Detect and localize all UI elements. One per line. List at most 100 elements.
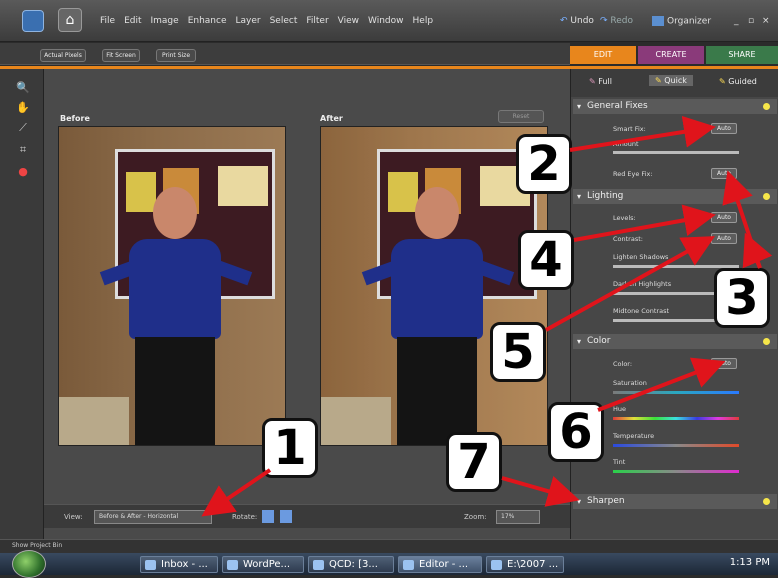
saturation-label: Saturation xyxy=(613,379,647,387)
amount-slider[interactable] xyxy=(613,151,739,154)
view-select[interactable]: Before & After - Horizontal xyxy=(94,510,212,524)
menu-layer[interactable]: Layer xyxy=(236,16,261,26)
maximize-icon[interactable]: ▫ xyxy=(748,16,754,26)
fit-screen-button[interactable]: Fit Screen xyxy=(102,49,140,62)
color-auto-button[interactable]: Auto xyxy=(711,358,737,369)
undo-button[interactable]: ↶ Undo xyxy=(560,16,594,26)
mode-tabs: EDIT CREATE SHARE xyxy=(570,43,778,65)
hand-tool-icon[interactable]: ✋ xyxy=(16,101,30,115)
menu-help[interactable]: Help xyxy=(413,16,434,26)
temperature-slider[interactable] xyxy=(613,444,739,447)
red-eye-label: Red Eye Fix: xyxy=(613,170,653,178)
menu-file[interactable]: File xyxy=(100,16,115,26)
tab-edit[interactable]: EDIT xyxy=(570,46,636,64)
hue-label: Hue xyxy=(613,405,627,413)
show-project-bin[interactable]: Show Project Bin xyxy=(0,539,778,553)
callout-5: 5 xyxy=(490,322,546,382)
smart-fix-label: Smart Fix: xyxy=(613,125,646,133)
menu-enhance[interactable]: Enhance xyxy=(188,16,227,26)
quick-selection-tool-icon[interactable]: ⟋ xyxy=(16,121,30,135)
tip-bulb-icon[interactable] xyxy=(763,103,770,110)
general-fixes-header[interactable]: General Fixes xyxy=(573,99,777,114)
actual-pixels-button[interactable]: Actual Pixels xyxy=(40,49,86,62)
tab-quick-label: Quick xyxy=(664,76,687,85)
tab-full[interactable]: ✎ Full xyxy=(589,77,612,86)
taskbar-item[interactable]: E:\2007 ... xyxy=(486,556,564,573)
full-icon: ✎ xyxy=(589,77,599,86)
sharpen-header[interactable]: Sharpen xyxy=(573,494,777,509)
tab-full-label: Full xyxy=(598,77,612,86)
tab-share[interactable]: SHARE xyxy=(706,46,778,64)
rotate-left-icon[interactable] xyxy=(262,510,274,523)
menu-view[interactable]: View xyxy=(338,16,359,26)
close-icon[interactable]: × xyxy=(762,16,770,26)
organizer-icon xyxy=(652,16,664,26)
midtone-contrast-label: Midtone Contrast xyxy=(613,307,670,315)
smart-fix-auto-button[interactable]: Auto xyxy=(711,123,737,134)
tab-guided[interactable]: ✎ Guided xyxy=(719,77,757,86)
after-label: After xyxy=(320,114,343,123)
lighting-header[interactable]: Lighting xyxy=(573,189,777,204)
subtabs: ✎ Full ✎ Quick ✎ Guided xyxy=(571,69,778,97)
organizer-button[interactable]: Organizer xyxy=(652,16,711,27)
temperature-label: Temperature xyxy=(613,432,655,440)
redo-icon: ↷ xyxy=(600,16,611,26)
undo-label: Undo xyxy=(570,16,594,26)
reset-button[interactable]: Reset xyxy=(498,110,544,123)
menu-select[interactable]: Select xyxy=(270,16,298,26)
rotate-right-icon[interactable] xyxy=(280,510,292,523)
color-header[interactable]: Color xyxy=(573,334,777,349)
app-logo-icon[interactable] xyxy=(22,10,44,32)
contrast-label: Contrast: xyxy=(613,235,643,243)
taskbar-item-label: E:\2007 ... xyxy=(507,559,559,570)
tab-guided-label: Guided xyxy=(728,77,757,86)
tint-slider[interactable] xyxy=(613,470,739,473)
taskbar-item[interactable]: Inbox - ... xyxy=(140,556,218,573)
zoom-tool-icon[interactable]: 🔍 xyxy=(16,81,30,95)
levels-label: Levels: xyxy=(613,214,636,222)
hue-slider[interactable] xyxy=(613,417,739,420)
red-eye-auto-button[interactable]: Auto xyxy=(711,168,737,179)
organizer-label: Organizer xyxy=(667,16,712,27)
red-eye-tool-icon[interactable]: ● xyxy=(16,165,30,179)
after-image xyxy=(320,126,548,446)
menu-image[interactable]: Image xyxy=(151,16,179,26)
tool-options-bar: Actual Pixels Fit Screen Print Size xyxy=(0,43,570,65)
lighten-shadows-label: Lighten Shadows xyxy=(613,253,669,261)
tab-create[interactable]: CREATE xyxy=(638,46,704,64)
tint-label: Tint xyxy=(613,458,626,466)
guided-icon: ✎ xyxy=(719,77,729,86)
menu-window[interactable]: Window xyxy=(368,16,404,26)
crop-tool-icon[interactable]: ⌗ xyxy=(16,143,30,157)
darken-highlights-label: Darken Highlights xyxy=(613,280,672,288)
tip-bulb-icon[interactable] xyxy=(763,338,770,345)
editor-icon xyxy=(403,560,414,570)
view-bar: View: Before & After - Horizontal Rotate… xyxy=(44,504,570,528)
taskbar-item[interactable]: QCD: [3... xyxy=(308,556,394,573)
quick-icon: ✎ xyxy=(655,76,665,85)
contrast-auto-button[interactable]: Auto xyxy=(711,233,737,244)
menu-filter[interactable]: Filter xyxy=(306,16,328,26)
callout-2: 2 xyxy=(516,134,572,194)
tab-quick[interactable]: ✎ Quick xyxy=(649,75,693,86)
levels-auto-button[interactable]: Auto xyxy=(711,212,737,223)
taskbar-item-label: Inbox - ... xyxy=(161,559,208,570)
color-label: Color: xyxy=(613,360,633,368)
taskbar-item-label: WordPe... xyxy=(243,559,291,570)
tip-bulb-icon[interactable] xyxy=(763,498,770,505)
tip-bulb-icon[interactable] xyxy=(763,193,770,200)
saturation-slider[interactable] xyxy=(613,391,739,394)
before-image xyxy=(58,126,286,446)
start-button[interactable] xyxy=(12,550,46,578)
minimize-icon[interactable]: _ xyxy=(734,16,739,26)
amount-label: Amount xyxy=(613,140,639,148)
taskbar-item[interactable]: WordPe... xyxy=(222,556,304,573)
print-size-button[interactable]: Print Size xyxy=(156,49,196,62)
menu-edit[interactable]: Edit xyxy=(124,16,141,26)
before-label: Before xyxy=(60,114,90,123)
zoom-field[interactable]: 17% xyxy=(496,510,540,524)
windows-taskbar: Inbox - ... WordPe... QCD: [3... Editor … xyxy=(0,550,778,578)
home-icon[interactable]: ⌂ xyxy=(58,8,82,32)
taskbar-item[interactable]: Editor - ... xyxy=(398,556,482,573)
redo-button[interactable]: ↷ Redo xyxy=(600,16,633,26)
